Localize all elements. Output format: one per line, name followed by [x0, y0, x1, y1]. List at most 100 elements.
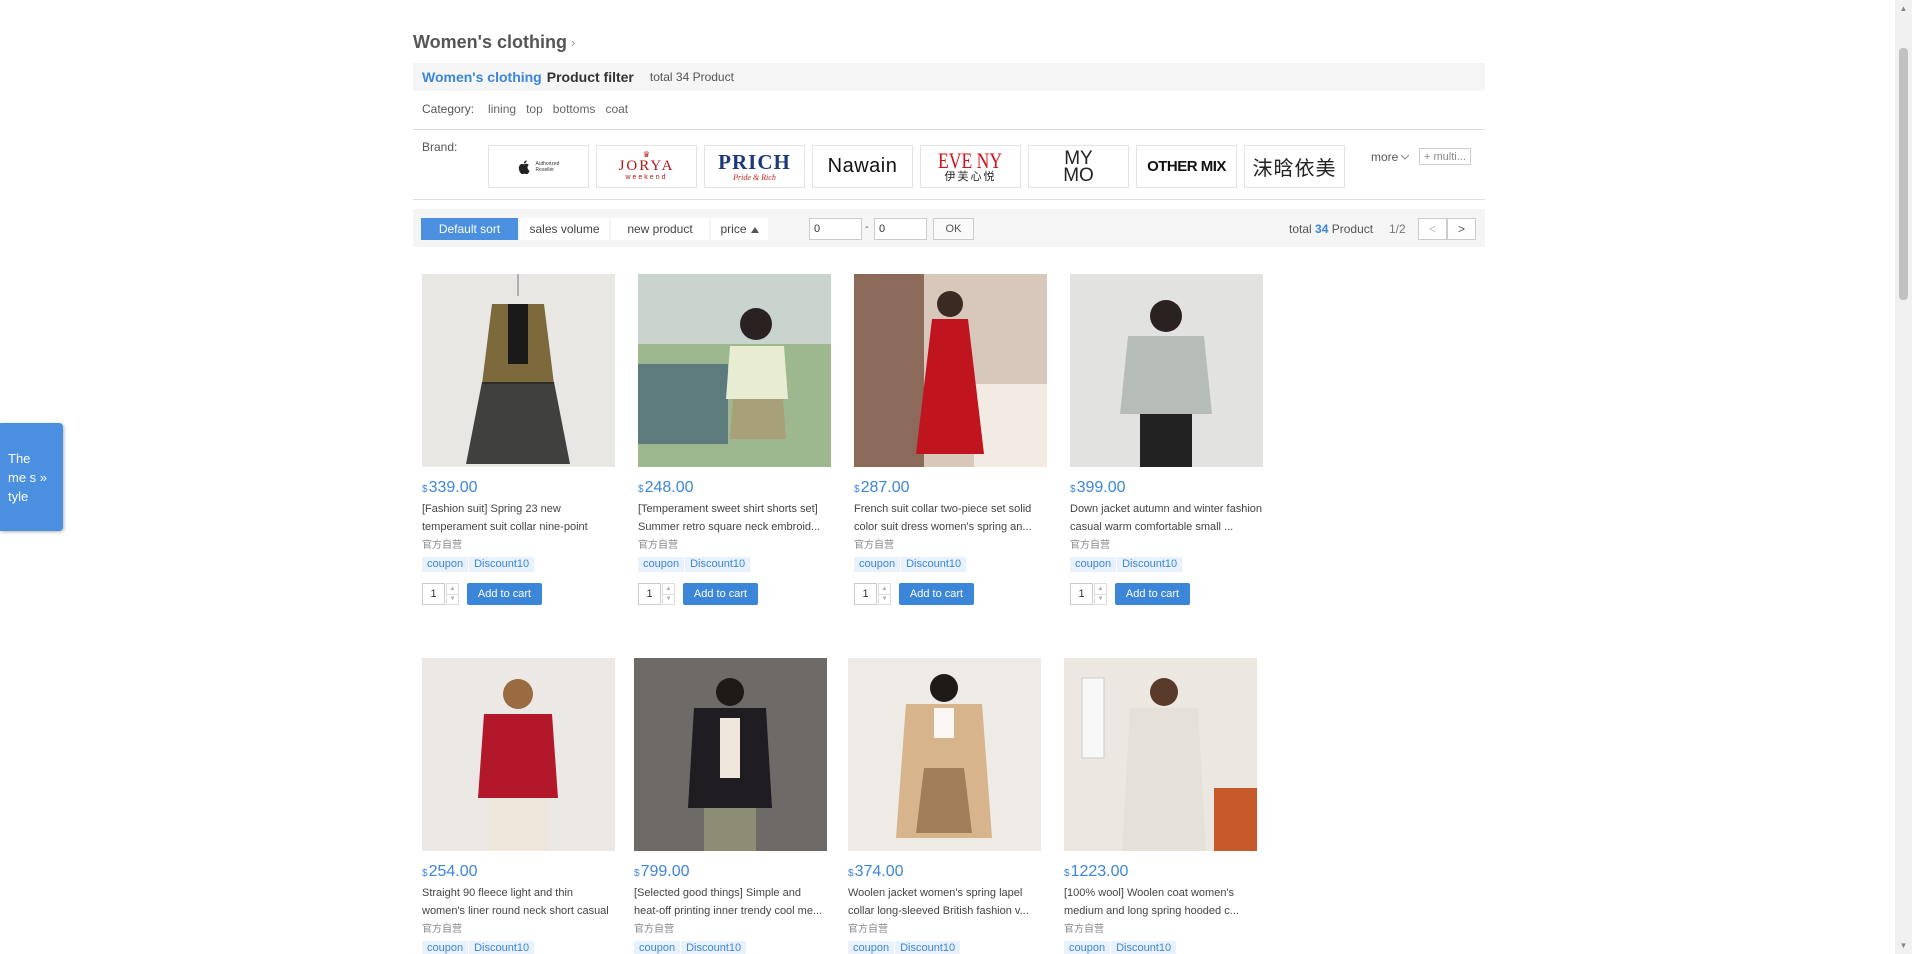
- add-to-cart-button[interactable]: Add to cart: [1115, 583, 1190, 605]
- product-image[interactable]: [634, 658, 827, 851]
- brand-multi-select-button[interactable]: + multi...: [1419, 148, 1471, 165]
- product-title[interactable]: [Fashion suit] Spring 23 new temperament…: [422, 500, 617, 536]
- page-title[interactable]: Women's clothing: [413, 32, 567, 53]
- brand-label: Brand:: [422, 140, 458, 154]
- price-min-input[interactable]: [809, 218, 862, 240]
- product-card[interactable]: $399.00 Down jacket autumn and winter fa…: [1070, 274, 1265, 605]
- quantity-up-icon[interactable]: ▲: [878, 583, 891, 595]
- breadcrumb[interactable]: Women's clothing ›: [413, 32, 575, 53]
- product-title[interactable]: [Temperament sweet shirt shorts set] Sum…: [638, 500, 833, 536]
- quantity-down-icon[interactable]: ▼: [878, 594, 891, 605]
- category-option-top[interactable]: top: [526, 102, 543, 116]
- category-row: Category: lining top bottoms coat: [422, 100, 638, 118]
- brand-mohan-yimei[interactable]: 沫晗依美: [1244, 145, 1345, 188]
- product-card[interactable]: $1223.00 [100% wool] Woolen coat women's…: [1064, 658, 1259, 954]
- product-image[interactable]: [422, 658, 615, 851]
- product-title[interactable]: Down jacket autumn and winter fashion ca…: [1070, 500, 1265, 536]
- shop-label: 官方自营: [638, 540, 678, 551]
- scrollbar-thumb[interactable]: [1899, 48, 1908, 300]
- total-prefix: total: [1289, 222, 1312, 236]
- sort-price[interactable]: price: [711, 218, 768, 240]
- add-to-cart-button[interactable]: Add to cart: [899, 583, 974, 605]
- quantity-down-icon[interactable]: ▼: [446, 594, 459, 605]
- category-option-coat[interactable]: coat: [605, 102, 628, 116]
- price-max-input[interactable]: [874, 218, 927, 240]
- discount-tag: Discount10: [895, 941, 961, 954]
- quantity-up-icon[interactable]: ▲: [446, 583, 459, 595]
- vertical-scrollbar[interactable]: ▲ ▼: [1895, 0, 1912, 954]
- coupon-tag: coupon: [848, 941, 895, 954]
- result-total: total 34 Product: [1289, 222, 1373, 236]
- price-value: 1223.00: [1070, 863, 1129, 880]
- product-filter-label: Product filter: [546, 69, 634, 85]
- product-card[interactable]: $374.00 Woolen jacket women's spring lap…: [848, 658, 1043, 954]
- product-image[interactable]: [1064, 658, 1257, 851]
- total-suffix: Product: [1331, 222, 1374, 236]
- coupon-tag: coupon: [634, 941, 681, 954]
- quantity-up-icon[interactable]: ▲: [662, 583, 675, 595]
- price-value: 799.00: [640, 863, 690, 880]
- product-image[interactable]: [1070, 274, 1263, 467]
- product-title[interactable]: French suit collar two-piece set solid c…: [854, 500, 1049, 536]
- brand-line2: MO: [1063, 164, 1094, 186]
- quantity-input[interactable]: 1: [1070, 583, 1093, 605]
- next-page-button[interactable]: >: [1447, 218, 1476, 240]
- brand-apple-authorized-reseller[interactable]: Authorized Reseller: [488, 145, 589, 188]
- quantity-input[interactable]: 1: [638, 583, 661, 605]
- product-title[interactable]: Woolen jacket women's spring lapel colla…: [848, 884, 1043, 920]
- chevron-right-icon: ›: [570, 35, 576, 50]
- product-card[interactable]: $799.00 [Selected good things] Simple an…: [634, 658, 829, 954]
- theme-style-tab[interactable]: The me s » tyle: [0, 423, 63, 531]
- brand-line1: 沫晗依美: [1252, 158, 1337, 180]
- brand-more-button[interactable]: more: [1371, 150, 1410, 164]
- product-image[interactable]: [422, 274, 615, 467]
- brand-jorya[interactable]: ♛ JORYA weekend: [596, 145, 697, 188]
- price-ok-button[interactable]: OK: [933, 218, 974, 240]
- brand-prich[interactable]: PRICH Pride & Rich: [704, 145, 805, 188]
- quantity-down-icon[interactable]: ▼: [662, 594, 675, 605]
- price-value: 287.00: [860, 479, 910, 496]
- quantity-input[interactable]: 1: [422, 583, 445, 605]
- product-card[interactable]: $248.00 [Temperament sweet shirt shorts …: [638, 274, 833, 605]
- product-title[interactable]: [100% wool] Woolen coat women's medium a…: [1064, 884, 1259, 920]
- brand-nawain[interactable]: Nawain: [812, 145, 913, 188]
- brand-line1: MY: [1064, 147, 1093, 169]
- scroll-up-icon[interactable]: ▲: [1895, 0, 1912, 17]
- prev-page-button[interactable]: <: [1418, 218, 1447, 240]
- product-image[interactable]: [638, 274, 831, 467]
- add-to-cart-button[interactable]: Add to cart: [467, 583, 542, 605]
- apple-icon: [518, 159, 530, 174]
- shop-label: 官方自营: [854, 540, 894, 551]
- product-image[interactable]: [854, 274, 1047, 467]
- product-card[interactable]: $339.00 [Fashion suit] Spring 23 new tem…: [422, 274, 617, 605]
- quantity-down-icon[interactable]: ▼: [1094, 594, 1107, 605]
- theme-tab-line3: tyle: [8, 489, 29, 504]
- shop-label: 官方自营: [422, 540, 462, 551]
- add-to-cart-button[interactable]: Add to cart: [683, 583, 758, 605]
- product-price: $374.00: [848, 863, 1043, 881]
- sort-default-button[interactable]: Default sort: [421, 218, 518, 240]
- brand-other-mix[interactable]: OTHER MIX: [1136, 145, 1237, 188]
- product-card[interactable]: $287.00 French suit collar two-piece set…: [854, 274, 1049, 605]
- product-card[interactable]: $254.00 Straight 90 fleece light and thi…: [422, 658, 617, 954]
- category-option-lining[interactable]: lining: [488, 102, 516, 116]
- sort-new-product[interactable]: new product: [611, 218, 709, 240]
- category-option-bottoms[interactable]: bottoms: [553, 102, 596, 116]
- product-image[interactable]: [848, 658, 1041, 851]
- currency-symbol: $: [422, 868, 428, 879]
- coupon-tag: coupon: [1064, 941, 1111, 954]
- product-title[interactable]: [Selected good things] Simple and heat-o…: [634, 884, 829, 920]
- category-link[interactable]: Women's clothing: [422, 69, 542, 85]
- scroll-down-icon[interactable]: ▼: [1895, 937, 1912, 954]
- divider: [413, 199, 1485, 200]
- sort-sales-volume[interactable]: sales volume: [520, 218, 609, 240]
- discount-tag: Discount10: [469, 557, 535, 572]
- product-title[interactable]: Straight 90 fleece light and thin women'…: [422, 884, 617, 920]
- quantity-input[interactable]: 1: [854, 583, 877, 605]
- brand-mymo[interactable]: MY MO: [1028, 145, 1129, 188]
- quantity-up-icon[interactable]: ▲: [1094, 583, 1107, 595]
- brand-line2: Reseller: [535, 166, 554, 173]
- brand-list: Authorized Reseller ♛ JORYA weekend PRIC…: [488, 145, 1352, 188]
- coupon-tag: coupon: [422, 557, 469, 572]
- brand-eve-ny[interactable]: EVE NY 伊芙心悦: [920, 145, 1021, 188]
